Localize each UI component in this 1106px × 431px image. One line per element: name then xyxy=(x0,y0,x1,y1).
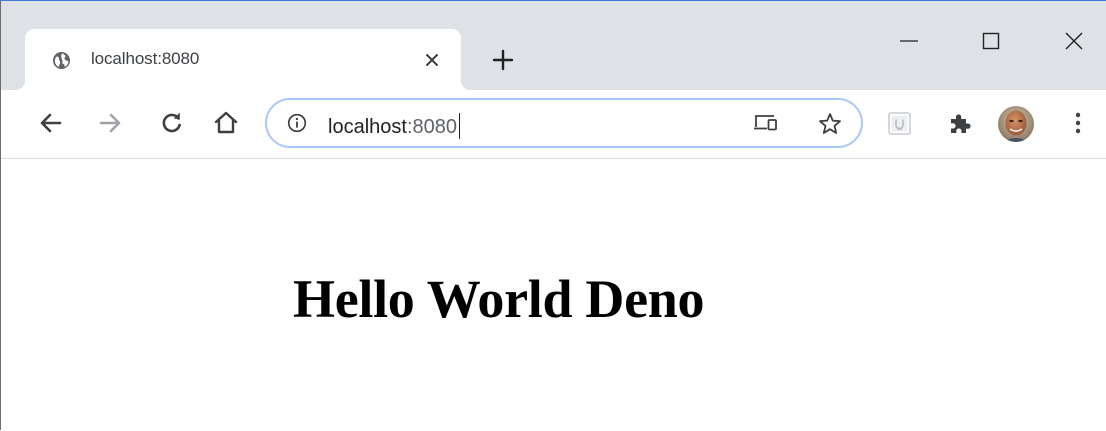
reload-button[interactable] xyxy=(157,108,187,138)
browser-menu-button[interactable] xyxy=(1067,108,1089,138)
extensions-puzzle-icon[interactable] xyxy=(948,110,972,136)
tab-close-button[interactable] xyxy=(420,48,444,72)
close-icon xyxy=(426,54,438,66)
window-close-button[interactable] xyxy=(1056,23,1092,59)
star-icon[interactable] xyxy=(817,111,843,137)
globe-icon xyxy=(52,51,71,70)
extension-icon[interactable] xyxy=(887,111,912,136)
page-heading: Hello World Deno xyxy=(293,269,705,329)
info-icon[interactable] xyxy=(287,113,307,133)
browser-window: localhost:8080 localhost:8080 Hello Worl… xyxy=(0,0,1106,431)
new-tab-button[interactable] xyxy=(490,47,516,73)
maximize-icon xyxy=(982,32,1000,50)
url-host: localhost xyxy=(328,116,407,138)
home-icon xyxy=(214,111,238,134)
browser-tab[interactable]: localhost:8080 xyxy=(15,29,471,90)
back-button[interactable] xyxy=(36,108,66,138)
browser-toolbar: localhost:8080 xyxy=(1,90,1106,159)
reload-icon xyxy=(162,112,181,133)
tab-title: localhost:8080 xyxy=(91,49,200,68)
page-content: Hello World Deno xyxy=(1,159,1106,431)
profile-avatar-image xyxy=(998,106,1034,142)
minimize-button[interactable] xyxy=(891,23,927,59)
back-arrow-icon xyxy=(40,113,62,133)
url-port: :8080 xyxy=(406,116,457,138)
cast-icon[interactable] xyxy=(753,112,779,134)
text-caret xyxy=(459,113,460,139)
minimize-icon xyxy=(900,40,918,42)
address-bar-url[interactable]: localhost:8080 xyxy=(328,113,460,139)
forward-arrow-icon xyxy=(99,113,121,133)
forward-button[interactable] xyxy=(95,108,125,138)
plus-icon xyxy=(492,49,514,71)
maximize-button[interactable] xyxy=(973,23,1009,59)
kebab-menu-icon xyxy=(1075,112,1081,134)
tab-strip: localhost:8080 xyxy=(1,1,1106,90)
close-icon xyxy=(1065,32,1083,50)
address-bar[interactable]: localhost:8080 xyxy=(265,98,863,148)
home-button[interactable] xyxy=(211,108,241,138)
avatar[interactable] xyxy=(998,106,1034,142)
